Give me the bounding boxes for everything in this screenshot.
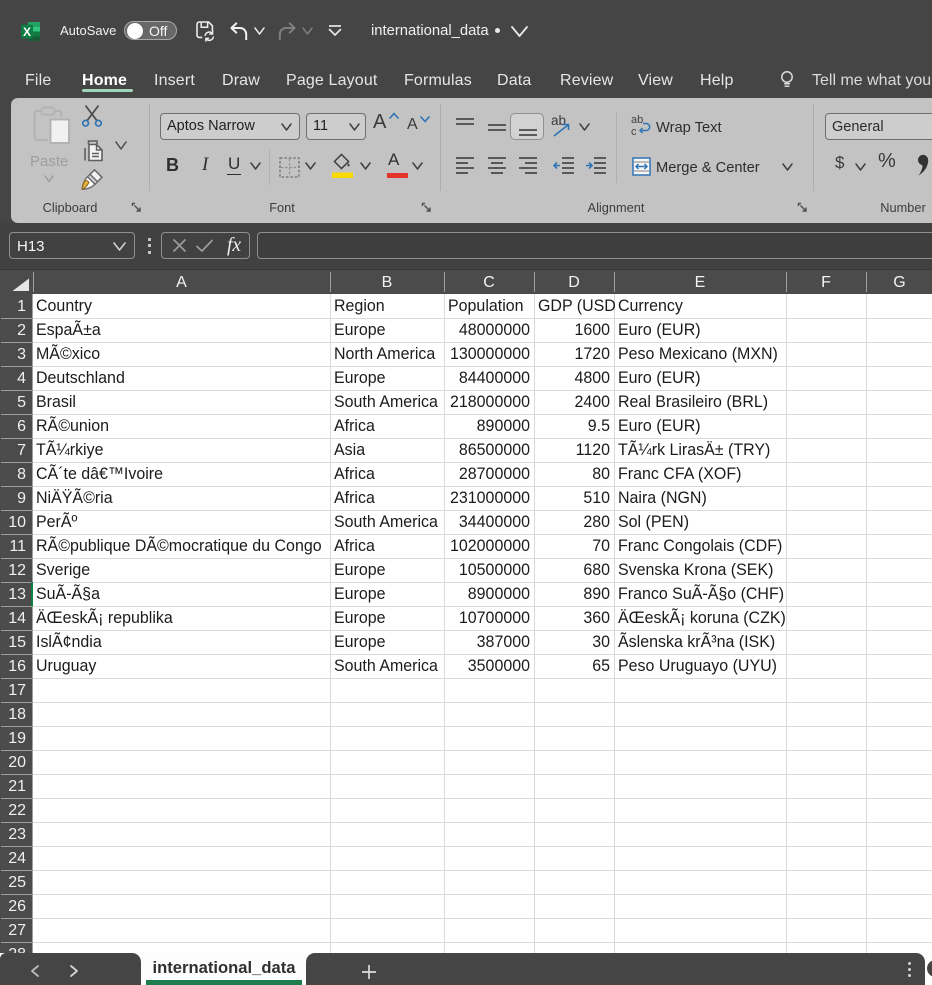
- svg-text:X: X: [23, 25, 31, 39]
- svg-text:c: c: [631, 126, 637, 137]
- svg-text:ab: ab: [631, 114, 643, 126]
